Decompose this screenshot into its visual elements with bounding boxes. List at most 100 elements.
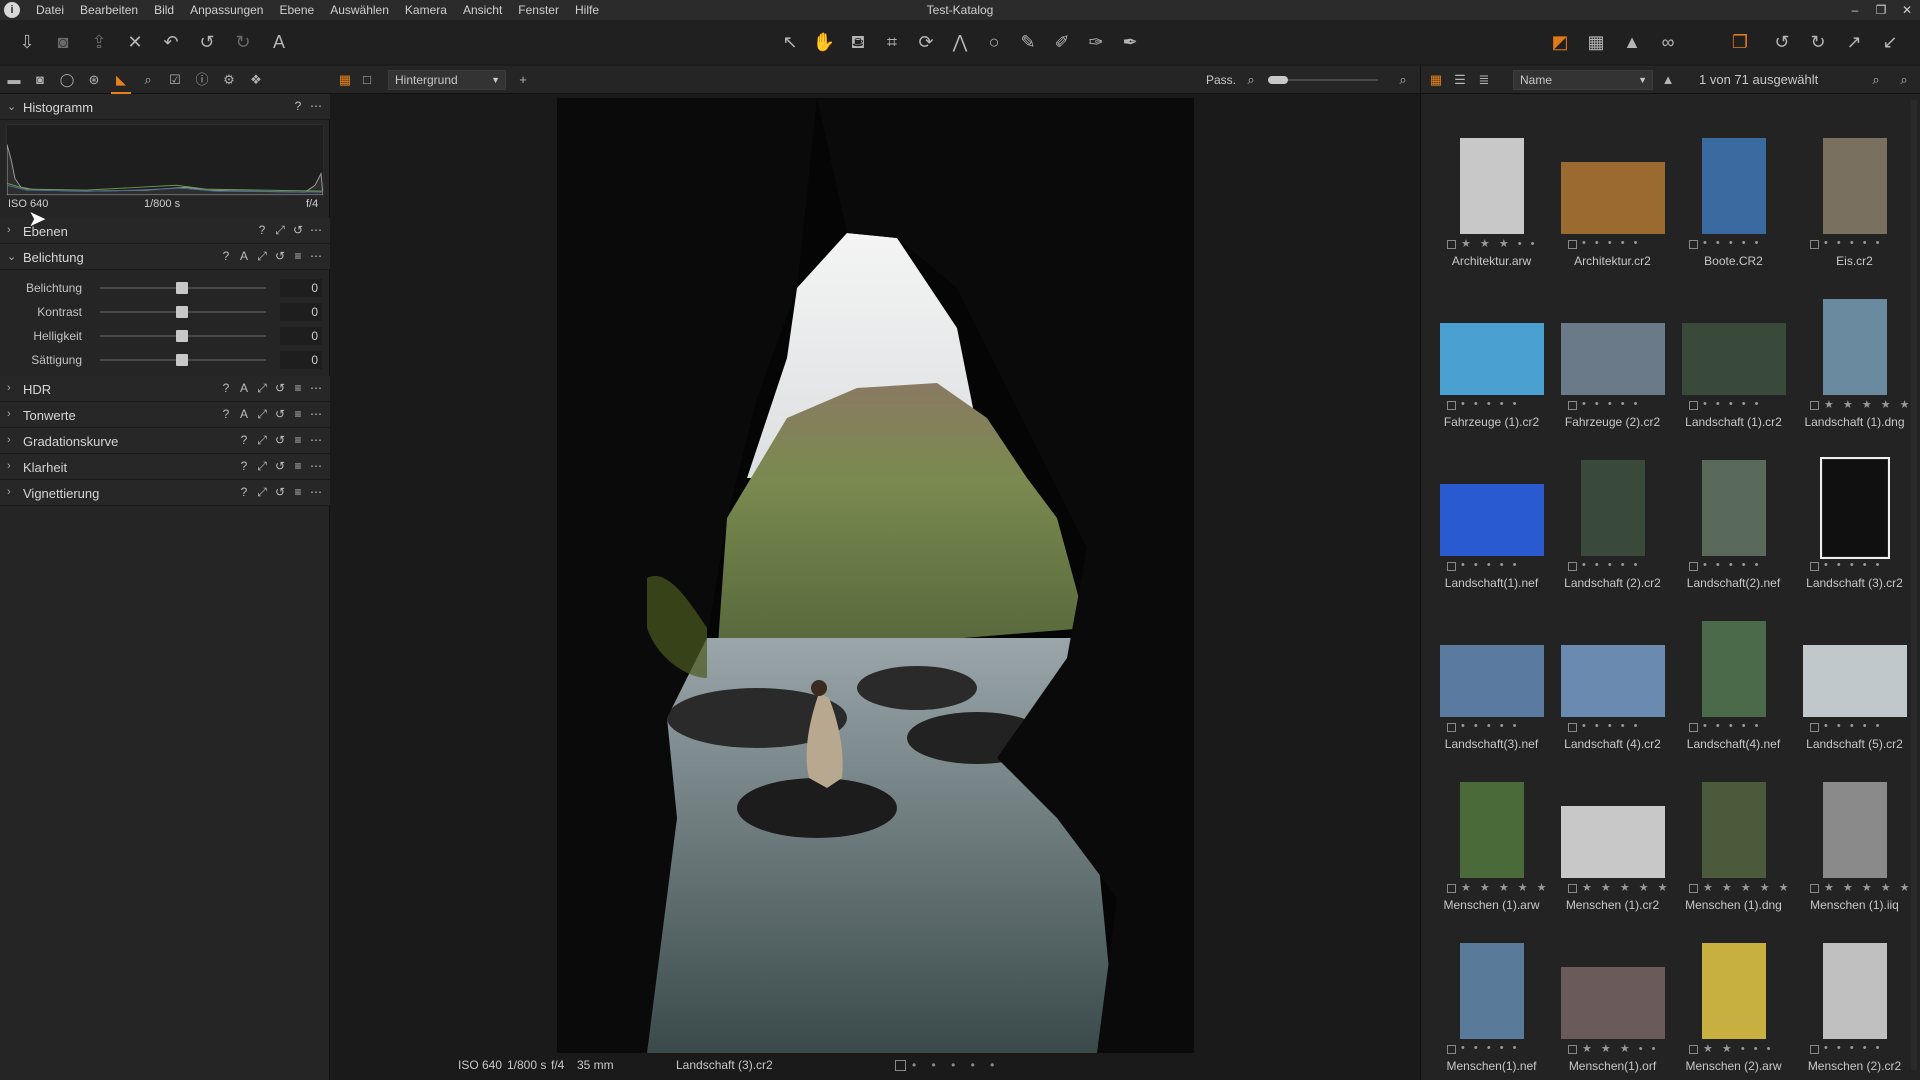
- thumbnail-rating[interactable]: • • • • •: [1824, 559, 1882, 571]
- section-hdr[interactable]: › HDR ? A ⤢ ↺ ≡ ⋯: [0, 376, 330, 402]
- thumbnail-checkbox[interactable]: [1810, 884, 1819, 893]
- slider-value-field[interactable]: 0: [280, 303, 322, 321]
- capture-tab-icon[interactable]: ◙: [30, 71, 50, 89]
- reset-icon[interactable]: ↺: [274, 485, 286, 500]
- footer-checkbox[interactable]: [895, 1060, 906, 1071]
- thumbnail-image[interactable]: [1439, 484, 1544, 556]
- thumbnail-item[interactable]: • • • • • Menschen(1).nef: [1431, 919, 1552, 1079]
- thumbnail-item[interactable]: • • • • • Landschaft (2).cr2: [1552, 436, 1673, 596]
- thumbnail-image[interactable]: [1560, 967, 1665, 1039]
- help-icon[interactable]: ?: [292, 99, 304, 113]
- reset-icon[interactable]: ↺: [274, 433, 286, 448]
- minimize-icon[interactable]: –: [1842, 0, 1868, 20]
- library-tab-icon[interactable]: ▬: [4, 71, 24, 89]
- thumbnail-rating[interactable]: • • • • •: [1703, 559, 1761, 571]
- thumbnail-checkbox[interactable]: [1689, 723, 1698, 732]
- help-icon[interactable]: ?: [220, 249, 232, 264]
- picker-tool-icon[interactable]: ✒: [1118, 30, 1142, 54]
- help-icon[interactable]: ?: [238, 485, 250, 500]
- menu-kamera[interactable]: Kamera: [397, 0, 455, 20]
- thumbnail-image[interactable]: [1701, 460, 1766, 556]
- exposure-tab-icon[interactable]: ◣: [111, 71, 131, 94]
- menu-bearbeiten[interactable]: Bearbeiten: [72, 0, 146, 20]
- thumbnail-checkbox[interactable]: [1810, 401, 1819, 410]
- thumbnail-image[interactable]: [1822, 138, 1887, 234]
- redo-icon[interactable]: ↻: [231, 30, 255, 54]
- thumbnail-rating[interactable]: • • • • •: [1582, 720, 1640, 732]
- rotate-left-icon[interactable]: ↺: [1770, 30, 1794, 54]
- thumbnail-item[interactable]: • • • • • Landschaft(2).nef: [1673, 436, 1794, 596]
- section-belichtung[interactable]: ⌄ Belichtung ? A ⤢ ↺ ≡ ⋯: [0, 244, 330, 270]
- menu-auswaehlen[interactable]: Auswählen: [322, 0, 397, 20]
- sort-direction-icon[interactable]: ▲: [1659, 71, 1677, 89]
- thumbnail-rating[interactable]: • • • • •: [1461, 1042, 1519, 1054]
- thumbnail-item[interactable]: • • • • • Landschaft(3).nef: [1431, 597, 1552, 757]
- list-icon[interactable]: ≡: [292, 407, 304, 422]
- stamp-tool-icon[interactable]: ⛾: [846, 30, 870, 54]
- thumbnail-checkbox[interactable]: [1447, 401, 1456, 410]
- thumbnail-checkbox[interactable]: [1447, 240, 1456, 249]
- thumbnail-image[interactable]: [1560, 323, 1665, 395]
- slider-track[interactable]: [100, 282, 266, 294]
- thumbnail-item[interactable]: ★ ★ ★ ★ ★ Menschen (1).dng: [1673, 758, 1794, 918]
- variants-icon[interactable]: ❐: [1728, 30, 1752, 54]
- reset-icon[interactable]: ↺: [274, 381, 286, 396]
- import-icon[interactable]: ⇩: [15, 30, 39, 54]
- menu-bild[interactable]: Bild: [146, 0, 182, 20]
- thumbnail-checkbox[interactable]: [1810, 1045, 1819, 1054]
- thumbnail-image[interactable]: [1681, 323, 1786, 395]
- warning-icon[interactable]: ▲: [1620, 30, 1644, 54]
- filmstrip-view-icon[interactable]: ≣: [1475, 71, 1493, 89]
- rotate-right-icon[interactable]: ↻: [1806, 30, 1830, 54]
- thumbnail-image[interactable]: [1819, 457, 1890, 559]
- more-icon[interactable]: ⋯: [310, 485, 322, 500]
- collapse-icon[interactable]: ↙: [1878, 30, 1902, 54]
- thumbnail-image[interactable]: [1459, 943, 1524, 1039]
- eraser-tool-icon[interactable]: ✐: [1050, 30, 1074, 54]
- delete-icon[interactable]: ✕: [123, 30, 147, 54]
- copy-icon[interactable]: ⤢: [256, 485, 268, 500]
- slider-value-field[interactable]: 0: [280, 351, 322, 369]
- thumbnail-item[interactable]: ★ ★ ★ ★ ★ Menschen (1).iiq: [1794, 758, 1915, 918]
- thumbnail-rating[interactable]: • • • • •: [1461, 559, 1519, 571]
- thumbnail-checkbox[interactable]: [1689, 884, 1698, 893]
- expand-icon[interactable]: ↗: [1842, 30, 1866, 54]
- thumbnail-item[interactable]: • • • • • Eis.cr2: [1794, 114, 1915, 274]
- slider-handle[interactable]: [176, 282, 188, 294]
- thumbnail-item[interactable]: • • • • • Landschaft (4).cr2: [1552, 597, 1673, 757]
- list-icon[interactable]: ≡: [292, 249, 304, 264]
- footer-rating[interactable]: • • • • •: [912, 1058, 1000, 1072]
- section-tonwerte[interactable]: › Tonwerte ? A ⤢ ↺ ≡ ⋯: [0, 402, 330, 428]
- thumbnail-rating[interactable]: • • • • •: [1582, 398, 1640, 410]
- list-icon[interactable]: ≡: [292, 381, 304, 396]
- thumbnail-item[interactable]: ★ ★ ★ ★ ★ Landschaft (1).dng: [1794, 275, 1915, 435]
- circle-tool-icon[interactable]: ○: [982, 30, 1006, 54]
- thumbnail-item[interactable]: • • • • • Landschaft (5).cr2: [1794, 597, 1915, 757]
- thumbnail-item[interactable]: ★ ★ ★ • • Menschen(1).orf: [1552, 919, 1673, 1079]
- search-icon[interactable]: ⌕: [1895, 71, 1913, 89]
- thumbnail-image[interactable]: [1560, 162, 1665, 234]
- thumbnail-item[interactable]: • • • • • Landschaft (3).cr2: [1794, 436, 1915, 596]
- copy-icon[interactable]: ⤢: [274, 223, 286, 238]
- help-icon[interactable]: ?: [220, 381, 232, 396]
- help-icon[interactable]: ?: [238, 459, 250, 474]
- thumbnail-checkbox[interactable]: [1447, 562, 1456, 571]
- detail-tab-icon[interactable]: ⌕: [138, 71, 158, 89]
- more-icon[interactable]: ⋯: [310, 381, 322, 396]
- camera-icon[interactable]: ◙: [51, 30, 75, 54]
- reset-icon[interactable]: ↺: [274, 407, 286, 422]
- section-klarheit[interactable]: › Klarheit ? ⤢ ↺ ≡ ⋯: [0, 454, 330, 480]
- sort-dropdown[interactable]: Name ▼: [1513, 70, 1653, 90]
- thumbnail-checkbox[interactable]: [1568, 723, 1577, 732]
- menu-anpassungen[interactable]: Anpassungen: [182, 0, 271, 20]
- more-icon[interactable]: ⋯: [310, 459, 322, 474]
- image-viewer[interactable]: [330, 94, 1420, 1054]
- thumbnail-checkbox[interactable]: [1568, 401, 1577, 410]
- slider-handle[interactable]: [176, 306, 188, 318]
- thumbnail-checkbox[interactable]: [1810, 240, 1819, 249]
- thumbnail-image[interactable]: [1439, 645, 1544, 717]
- section-vignettierung[interactable]: › Vignettierung ? ⤢ ↺ ≡ ⋯: [0, 480, 330, 506]
- close-window-icon[interactable]: ✕: [1894, 0, 1920, 20]
- list-view-icon[interactable]: ☰: [1451, 71, 1469, 89]
- reset-icon[interactable]: ↺: [274, 459, 286, 474]
